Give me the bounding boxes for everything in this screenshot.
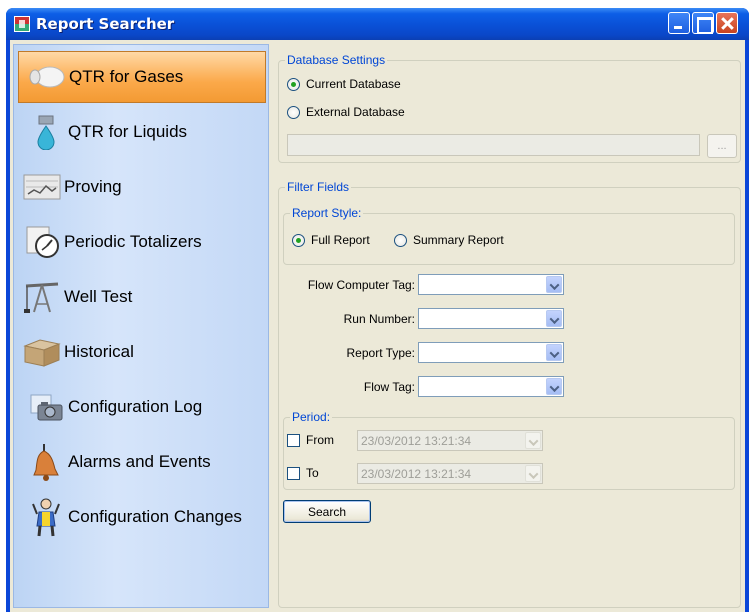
sidebar-item-label: Configuration Log bbox=[68, 397, 203, 416]
archive-box-icon bbox=[20, 332, 64, 372]
filter-fields-group: Filter Fields Report Style: Full Report … bbox=[278, 180, 741, 608]
run-number-label: Run Number: bbox=[343, 312, 415, 326]
checkbox-icon bbox=[287, 466, 300, 480]
period-legend: Period: bbox=[290, 410, 333, 424]
maximize-button[interactable] bbox=[692, 12, 714, 34]
browse-button[interactable]: ... bbox=[707, 134, 737, 158]
database-settings-group: Database Settings Current Database Exter… bbox=[278, 53, 741, 163]
radio-selected-icon bbox=[292, 233, 305, 247]
app-icon bbox=[14, 16, 30, 32]
to-date-value: 23/03/2012 13:21:34 bbox=[361, 467, 472, 481]
gas-cylinder-icon bbox=[25, 57, 69, 97]
from-date-picker[interactable]: 23/03/2012 13:21:34 bbox=[357, 430, 543, 451]
sidebar-item-label: Alarms and Events bbox=[68, 452, 211, 471]
run-number-select[interactable] bbox=[418, 308, 564, 329]
external-database-radio[interactable]: External Database bbox=[287, 105, 405, 119]
database-settings-legend: Database Settings bbox=[285, 53, 388, 67]
stopwatch-icon bbox=[20, 222, 64, 262]
search-button[interactable]: Search bbox=[283, 500, 371, 523]
camera-icon bbox=[24, 387, 68, 427]
sidebar-item-well-test[interactable]: Well Test bbox=[18, 271, 266, 323]
sidebar-item-configuration-changes[interactable]: Configuration Changes bbox=[18, 491, 266, 543]
sidebar-item-label: Well Test bbox=[64, 287, 133, 306]
from-checkbox[interactable]: From bbox=[287, 433, 334, 447]
chevron-down-icon bbox=[525, 432, 541, 449]
report-searcher-window: Report Searcher QTR for Gases QTR for Li… bbox=[6, 8, 749, 612]
chevron-down-icon[interactable] bbox=[546, 378, 562, 395]
sidebar-item-label: Configuration Changes bbox=[68, 507, 242, 526]
filter-fields-legend: Filter Fields bbox=[285, 180, 352, 194]
summary-report-radio[interactable]: Summary Report bbox=[394, 233, 504, 247]
radio-selected-icon bbox=[287, 77, 300, 91]
report-type-select[interactable] bbox=[418, 342, 564, 363]
sidebar-item-qtr-liquids[interactable]: QTR for Liquids bbox=[18, 106, 266, 158]
sidebar-item-qtr-gases[interactable]: QTR for Gases bbox=[18, 51, 266, 103]
sidebar-item-label: Proving bbox=[64, 177, 122, 196]
title-bar[interactable]: Report Searcher bbox=[6, 8, 749, 40]
close-button[interactable] bbox=[716, 12, 738, 34]
proving-chart-icon bbox=[20, 167, 64, 207]
chevron-down-icon[interactable] bbox=[546, 276, 562, 293]
sidebar-item-label: Periodic Totalizers bbox=[64, 232, 202, 251]
sidebar-item-label: QTR for Gases bbox=[69, 67, 184, 86]
to-checkbox[interactable]: To bbox=[287, 466, 319, 480]
summary-report-label: Summary Report bbox=[413, 233, 504, 247]
sidebar-item-periodic-totalizers[interactable]: Periodic Totalizers bbox=[18, 216, 266, 268]
sidebar-item-proving[interactable]: Proving bbox=[18, 161, 266, 213]
sidebar-item-historical[interactable]: Historical bbox=[18, 326, 266, 378]
to-date-picker[interactable]: 23/03/2012 13:21:34 bbox=[357, 463, 543, 484]
oil-pumpjack-icon bbox=[20, 277, 64, 317]
current-database-label: Current Database bbox=[306, 77, 401, 91]
sidebar-item-configuration-log[interactable]: Configuration Log bbox=[18, 381, 266, 433]
period-group: Period: From 23/03/2012 13:21:34 To 23/0… bbox=[283, 410, 735, 490]
checkbox-icon bbox=[287, 433, 300, 447]
splitter[interactable] bbox=[269, 44, 277, 608]
sidebar-item-alarms-and-events[interactable]: Alarms and Events bbox=[18, 436, 266, 488]
chevron-down-icon[interactable] bbox=[546, 310, 562, 327]
current-database-radio[interactable]: Current Database bbox=[287, 77, 401, 91]
radio-unselected-icon bbox=[287, 105, 300, 119]
external-database-path-input[interactable] bbox=[287, 134, 700, 156]
from-date-value: 23/03/2012 13:21:34 bbox=[361, 434, 472, 448]
flow-computer-tag-select[interactable] bbox=[418, 274, 564, 295]
window-title: Report Searcher bbox=[36, 15, 175, 33]
chevron-down-icon[interactable] bbox=[546, 344, 562, 361]
sidebar-item-label: Historical bbox=[64, 342, 134, 361]
report-style-legend: Report Style: bbox=[290, 206, 364, 220]
to-label: To bbox=[306, 466, 319, 480]
worker-icon bbox=[24, 497, 68, 537]
sidebar-item-label: QTR for Liquids bbox=[68, 122, 188, 141]
liquid-drop-icon bbox=[24, 112, 68, 152]
alarm-bell-icon bbox=[24, 442, 68, 482]
external-database-label: External Database bbox=[306, 105, 405, 119]
chevron-down-icon bbox=[525, 465, 541, 482]
client-area: QTR for Gases QTR for Liquids Proving Pe… bbox=[10, 40, 745, 612]
sidebar: QTR for Gases QTR for Liquids Proving Pe… bbox=[13, 44, 269, 608]
full-report-label: Full Report bbox=[311, 233, 370, 247]
full-report-radio[interactable]: Full Report bbox=[292, 233, 370, 247]
report-style-group: Report Style: Full Report Summary Report bbox=[283, 206, 735, 265]
report-type-label: Report Type: bbox=[346, 346, 415, 360]
minimize-button[interactable] bbox=[668, 12, 690, 34]
radio-unselected-icon bbox=[394, 233, 407, 247]
flow-tag-label: Flow Tag: bbox=[363, 380, 415, 394]
from-label: From bbox=[306, 433, 334, 447]
flow-tag-select[interactable] bbox=[418, 376, 564, 397]
flow-computer-tag-label: Flow Computer Tag: bbox=[307, 278, 415, 292]
